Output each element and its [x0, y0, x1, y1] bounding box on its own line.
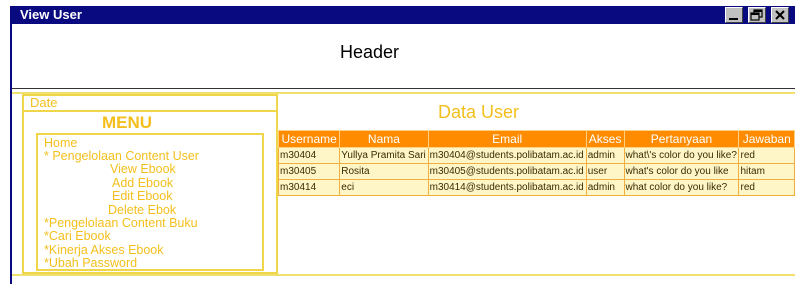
sidebar-divider — [22, 110, 278, 112]
column-header-pertanyaan: Pertanyaan — [623, 130, 740, 148]
menu-item-edit-ebook[interactable]: Edit Ebook — [112, 190, 172, 203]
header-panel: Header — [12, 24, 795, 89]
cell-email: m30414@students.polibatam.ac.id — [427, 179, 587, 196]
close-icon — [775, 10, 785, 20]
cell-pertanyaan: what color do you like? — [623, 179, 740, 196]
minimize-icon — [729, 18, 738, 20]
table-header-row: Username Nama Email Akses Pertanyaan Jaw… — [277, 130, 795, 148]
date-label: Date — [30, 95, 58, 110]
restore-icon — [750, 9, 763, 21]
window-title: View User — [20, 7, 82, 22]
cell-akses: admin — [585, 147, 625, 164]
window-titlebar[interactable]: View User — [10, 6, 795, 24]
cell-jawaban: red — [738, 147, 795, 164]
cell-username: m30405 — [277, 163, 341, 180]
table-row[interactable]: m30414 eci m30414@students.polibatam.ac.… — [277, 179, 795, 196]
menu-title: MENU — [102, 113, 153, 132]
column-header-akses: Akses — [585, 130, 625, 148]
cell-email: m30404@students.polibatam.ac.id — [427, 147, 587, 164]
cell-nama: Rosita — [339, 163, 429, 180]
cell-akses: admin — [585, 179, 625, 196]
cell-username: m30414 — [277, 179, 341, 196]
cell-username: m30404 — [277, 147, 341, 164]
cell-akses: user — [585, 163, 625, 180]
cell-nama: Yullya Pramita Sari — [339, 147, 429, 164]
cell-nama: eci — [339, 179, 429, 196]
header-text: Header — [340, 42, 400, 62]
table-row[interactable]: m30405 Rosita m30405@students.polibatam.… — [277, 163, 795, 180]
cell-jawaban: hitam — [738, 163, 795, 180]
cell-jawaban: red — [738, 179, 795, 196]
column-header-jawaban: Jawaban — [738, 130, 795, 148]
page-title: Data User — [438, 102, 520, 122]
cell-email: m30405@students.polibatam.ac.id — [427, 163, 587, 180]
menu-item-ubah-password[interactable]: *Ubah Password — [44, 257, 137, 270]
table-row[interactable]: m30404 Yullya Pramita Sari m30404@studen… — [277, 147, 795, 164]
close-button[interactable] — [771, 7, 789, 23]
column-header-username: Username — [277, 130, 341, 148]
column-header-email: Email — [427, 130, 587, 148]
menu-item-view-ebook[interactable]: View Ebook — [110, 163, 176, 176]
restore-button[interactable] — [748, 7, 766, 23]
cell-pertanyaan: what\'s color do you like? — [623, 147, 740, 164]
minimize-button[interactable] — [725, 7, 743, 23]
user-table: Username Nama Email Akses Pertanyaan Jaw… — [277, 130, 795, 196]
cell-pertanyaan: what's color do you like — [623, 163, 740, 180]
menu-item-cari-ebook[interactable]: *Cari Ebook — [44, 230, 111, 243]
column-header-nama: Nama — [339, 130, 429, 148]
